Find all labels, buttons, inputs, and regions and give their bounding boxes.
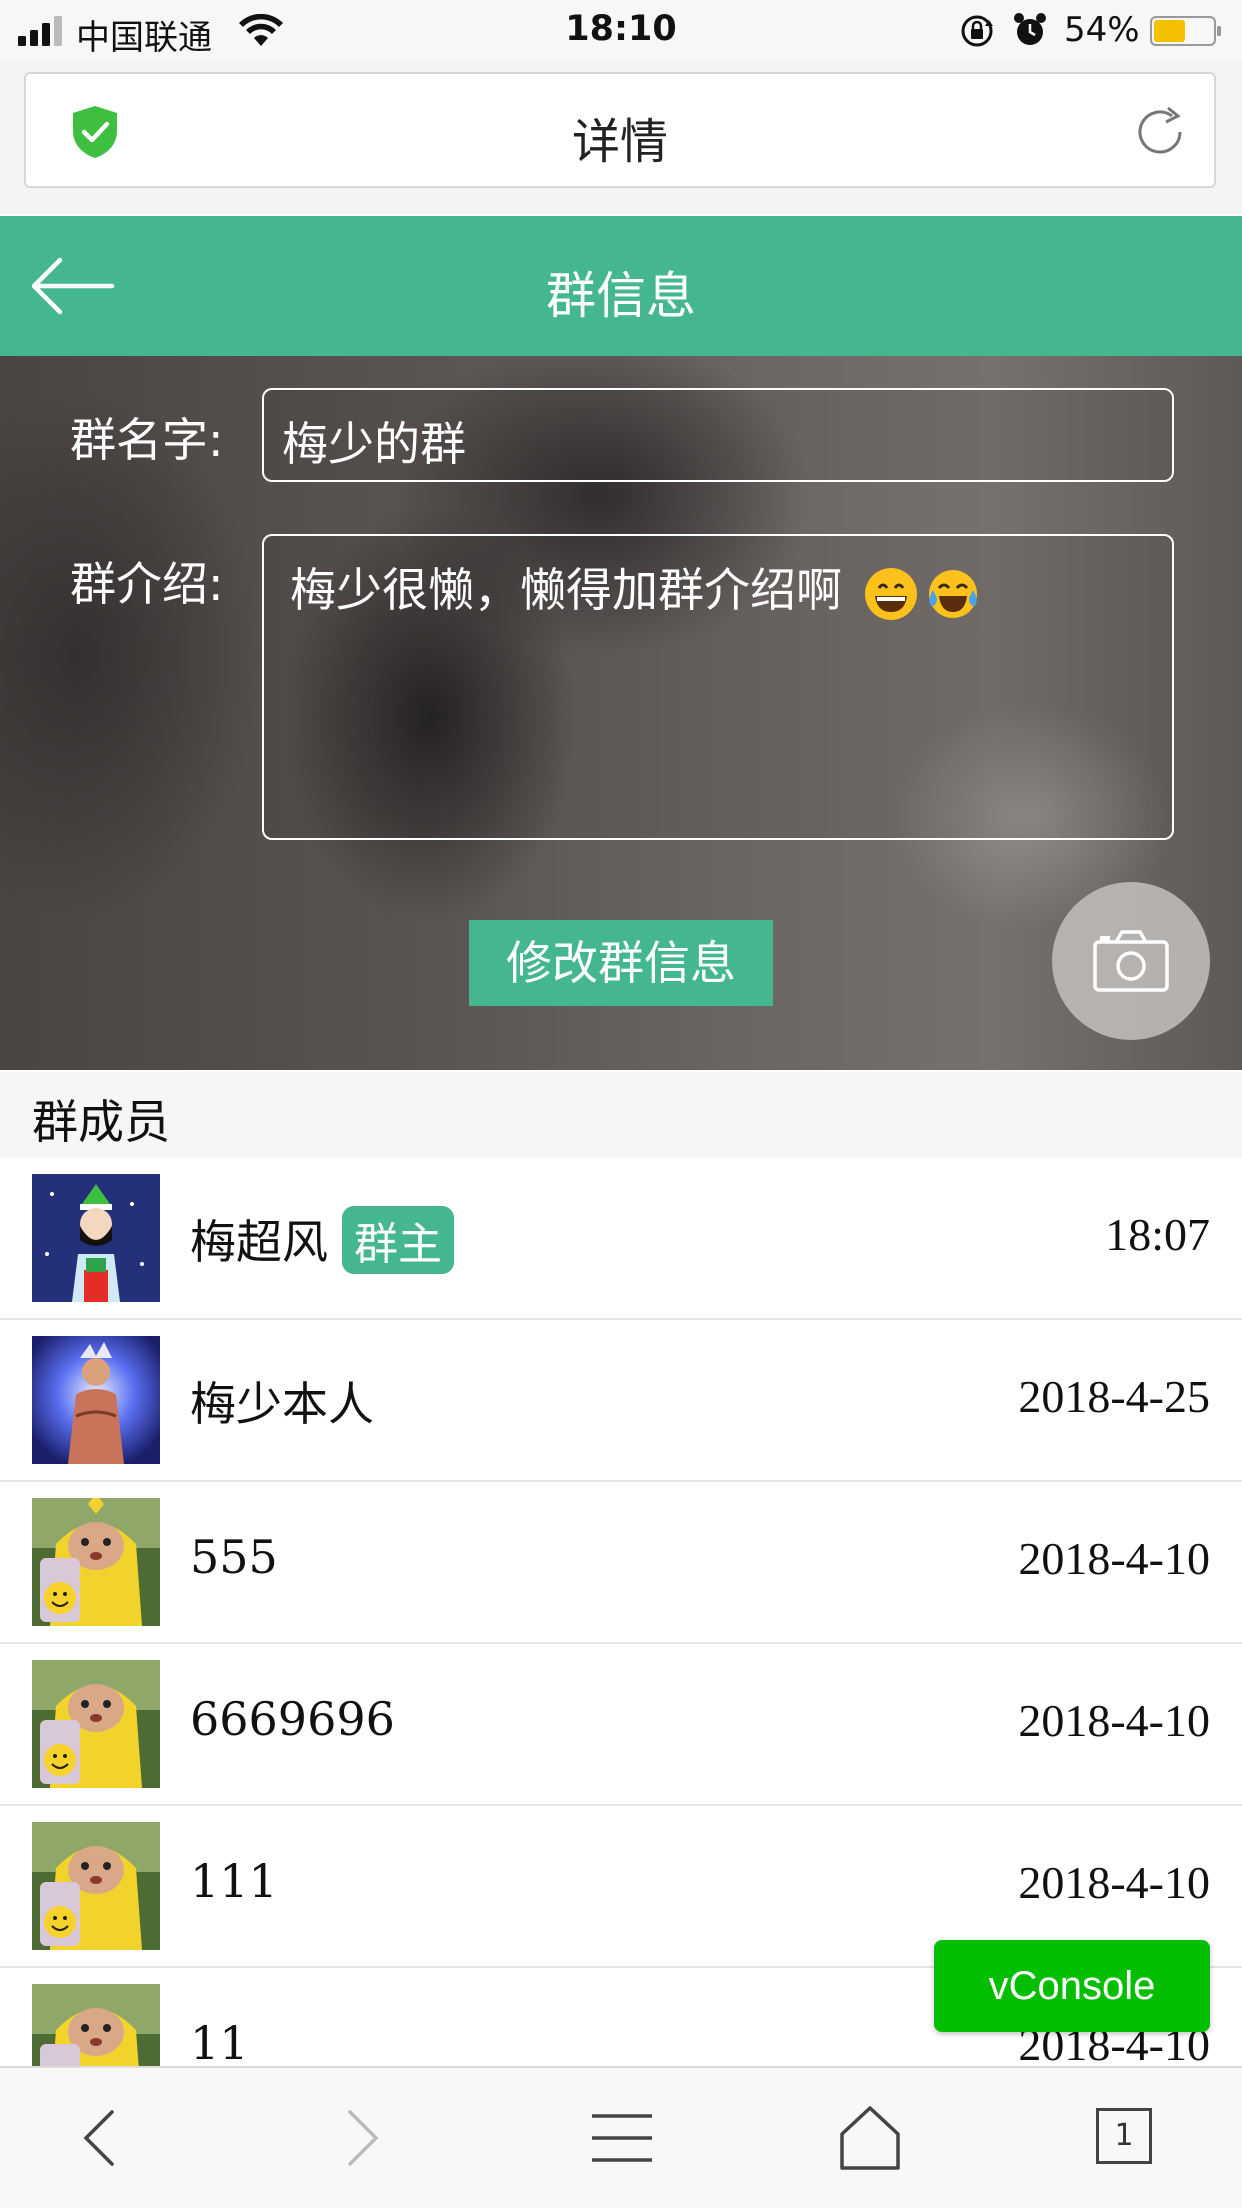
battery-percent: 54% <box>1064 10 1140 50</box>
forward-icon[interactable] <box>320 2098 400 2178</box>
camera-button[interactable] <box>1052 882 1210 1040</box>
member-avatar <box>32 1336 160 1464</box>
group-name-label: 群名字: <box>70 413 224 467</box>
group-intro-textarea[interactable]: 梅少很懒，懒得加群介绍啊 <box>262 534 1174 840</box>
rotation-lock-icon <box>961 15 993 47</box>
group-name-input[interactable]: 梅少的群 <box>262 388 1174 482</box>
tab-count: 1 <box>1114 2118 1134 2153</box>
update-group-info-button[interactable]: 修改群信息 <box>469 920 773 1006</box>
status-time: 18:10 <box>565 9 677 49</box>
page-title: 详情 <box>571 114 668 170</box>
grinning-face-icon <box>864 567 917 620</box>
member-name: 11 <box>190 2016 249 2066</box>
member-name-line: 梅超风 群主 <box>190 1206 454 1274</box>
vconsole-button[interactable]: vConsole <box>934 1940 1210 2032</box>
browser-toolbar: 1 <box>0 2066 1242 2208</box>
tears-of-joy-icon <box>928 569 977 618</box>
member-join-time: 18:07 <box>1105 1209 1210 1260</box>
app-header: 群信息 <box>0 216 1242 356</box>
tabs-icon[interactable]: 1 <box>1096 2108 1152 2164</box>
group-intro-label: 群介绍: <box>70 557 224 611</box>
address-bar[interactable]: 详情 <box>24 72 1216 188</box>
members-section-title: 群成员 <box>32 1095 170 1149</box>
group-info-form: 群名字: 梅少的群 群介绍: 梅少很懒，懒得加群介绍啊 修改群信息 <box>0 356 1242 1070</box>
member-avatar <box>32 1498 160 1626</box>
home-icon[interactable] <box>830 2098 910 2178</box>
owner-badge: 群主 <box>342 1206 454 1274</box>
member-row[interactable]: 555 2018-4-10 <box>0 1482 1242 1644</box>
member-avatar <box>32 1984 160 2066</box>
member-avatar <box>32 1174 160 1302</box>
menu-icon[interactable] <box>582 2098 662 2178</box>
battery-icon <box>1150 16 1221 46</box>
status-bar: 中国联通 18:10 54% <box>0 0 1242 62</box>
member-name: 111 <box>190 1854 278 1908</box>
member-join-time: 2018-4-25 <box>1018 1371 1210 1422</box>
group-name-value: 梅少的群 <box>282 417 466 471</box>
member-row[interactable]: 梅超风 群主 18:07 <box>0 1158 1242 1320</box>
member-name: 555 <box>190 1530 278 1584</box>
member-list: 梅超风 群主 18:07 梅少本人 2018-4-25 555 2018-4-1… <box>0 1158 1242 2066</box>
member-join-time: 2018-4-10 <box>1018 1533 1210 1584</box>
alarm-icon <box>1014 13 1046 45</box>
member-avatar <box>32 1822 160 1950</box>
member-name: 梅少本人 <box>190 1377 374 1431</box>
member-join-time: 2018-4-10 <box>1018 1857 1210 1908</box>
member-row[interactable]: 6669696 2018-4-10 <box>0 1644 1242 1806</box>
refresh-icon[interactable] <box>1132 104 1188 160</box>
member-row[interactable]: 梅少本人 2018-4-25 <box>0 1320 1242 1482</box>
member-join-time: 2018-4-10 <box>1018 1695 1210 1746</box>
header-title: 群信息 <box>546 267 696 325</box>
group-intro-value: 梅少很懒，懒得加群介绍啊 <box>290 563 842 617</box>
browser-address-area: 详情 <box>0 62 1242 214</box>
member-avatar <box>32 1660 160 1788</box>
camera-icon <box>1093 930 1169 992</box>
member-name: 6669696 <box>190 1692 395 1746</box>
member-name: 梅超风 <box>190 1215 328 1269</box>
members-section-header: 群成员 <box>0 1072 1242 1158</box>
back-icon[interactable] <box>62 2098 142 2178</box>
